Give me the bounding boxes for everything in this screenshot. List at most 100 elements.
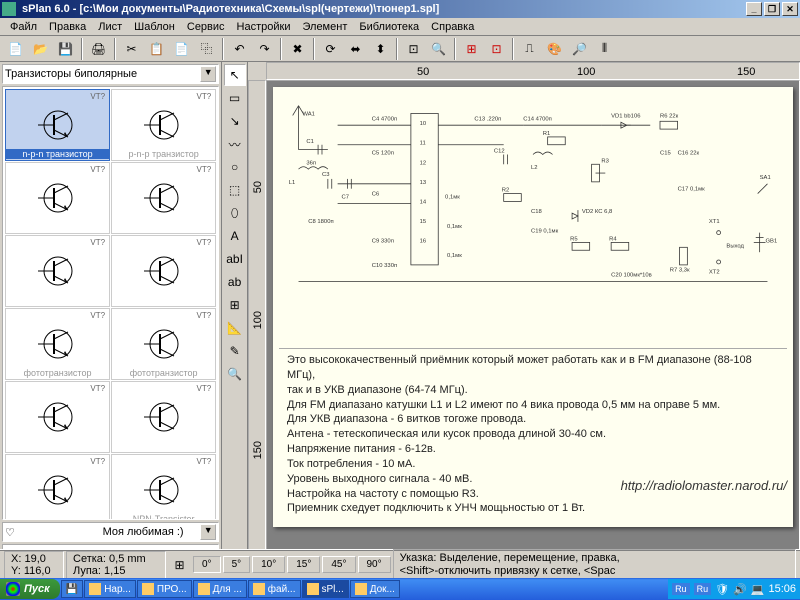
svg-text:R3: R3: [601, 158, 609, 164]
new-button[interactable]: 📄: [4, 38, 27, 60]
menu-help[interactable]: Справка: [425, 19, 480, 35]
watermark-url: http://radiolomaster.narod.ru/: [621, 478, 787, 493]
tool-button-4[interactable]: ○: [224, 156, 246, 178]
svg-text:C16 22к: C16 22к: [678, 151, 700, 157]
menu-service[interactable]: Сервис: [181, 19, 231, 35]
library-item[interactable]: VT?: [5, 454, 110, 520]
library-item[interactable]: VT?p-n-p транзистор: [111, 89, 216, 161]
mirror-h-button[interactable]: ⬌: [344, 38, 367, 60]
task-button[interactable]: sPl...: [302, 580, 349, 598]
grid-button[interactable]: ⊞: [460, 38, 483, 60]
ruler-vertical: 50 100 150: [248, 80, 266, 554]
tool-button-3[interactable]: 〰: [224, 133, 246, 155]
library-item[interactable]: VT?: [111, 162, 216, 234]
tray-icon[interactable]: 🛡: [715, 583, 729, 596]
lang-indicator[interactable]: Ru: [672, 583, 690, 595]
redo-button[interactable]: ↷: [253, 38, 276, 60]
svg-text:C9 330п: C9 330п: [372, 238, 394, 244]
tool-button-2[interactable]: ↘: [224, 110, 246, 132]
library-item[interactable]: VT?: [111, 381, 216, 453]
mirror-v-button[interactable]: ⬍: [369, 38, 392, 60]
menu-element[interactable]: Элемент: [296, 19, 353, 35]
tool-button-0[interactable]: ↖: [224, 64, 246, 86]
dropdown-icon[interactable]: ▼: [200, 524, 216, 540]
library-item[interactable]: VT?фототранзистор: [5, 308, 110, 380]
snap-toggle[interactable]: ⊞: [168, 554, 191, 576]
rotate-button[interactable]: ⟳: [319, 38, 342, 60]
menu-settings[interactable]: Настройки: [231, 19, 297, 35]
library-item[interactable]: VT?фототранзистор: [111, 308, 216, 380]
menu-edit[interactable]: Правка: [43, 19, 92, 35]
undo-button[interactable]: ↶: [228, 38, 251, 60]
tool-button-13[interactable]: 🔍: [224, 363, 246, 385]
tool-button-10[interactable]: ⊞: [224, 294, 246, 316]
status-hint: Указка: Выделение, перемещение, правка, …: [393, 549, 796, 579]
angle-0[interactable]: 0°: [193, 556, 221, 573]
tool-button-7[interactable]: A: [224, 225, 246, 247]
tool-button-11[interactable]: 📐: [224, 317, 246, 339]
duplicate-button[interactable]: ⿻: [195, 38, 218, 60]
bottom-bar: X: 19,0 Y: 116,0 Сетка: 0,5 mm Лупа: 1,1…: [0, 550, 800, 578]
library-item[interactable]: VT?: [5, 162, 110, 234]
task-button[interactable]: Для ...: [193, 580, 247, 598]
start-button[interactable]: Пуск: [0, 579, 60, 599]
tool-button-12[interactable]: ✎: [224, 340, 246, 362]
close-button[interactable]: ✕: [782, 2, 798, 16]
tool-button-8[interactable]: abI: [224, 248, 246, 270]
angle-90[interactable]: 90°: [358, 556, 391, 573]
task-button[interactable]: ПРО...: [137, 580, 192, 598]
task-button[interactable]: фай...: [248, 580, 301, 598]
tool-button-6[interactable]: ⬯: [224, 202, 246, 224]
paste-button[interactable]: 📄: [170, 38, 193, 60]
cut-button[interactable]: ✂: [120, 38, 143, 60]
save-button[interactable]: 💾: [54, 38, 77, 60]
svg-text:C12: C12: [494, 149, 505, 155]
menu-file[interactable]: Файл: [4, 19, 43, 35]
svg-text:C17 0,1мк: C17 0,1мк: [678, 187, 706, 193]
search-button[interactable]: 🔎: [568, 38, 591, 60]
tool-button-9[interactable]: ab: [224, 271, 246, 293]
task-button[interactable]: Док...: [350, 580, 400, 598]
library-item[interactable]: VT?: [5, 235, 110, 307]
angle-45[interactable]: 45°: [322, 556, 355, 573]
menu-sheet[interactable]: Лист: [92, 19, 128, 35]
angle-10[interactable]: 10°: [252, 556, 285, 573]
drawing-canvas[interactable]: WA1 C1 36п L1 C3 C7 10 11: [266, 80, 800, 554]
zoom-button[interactable]: 🔍: [427, 38, 450, 60]
angle-15[interactable]: 15°: [287, 556, 320, 573]
tool-button-1[interactable]: ▭: [224, 87, 246, 109]
list-button[interactable]: ⦀: [593, 38, 616, 60]
tray-icon[interactable]: 💻: [751, 583, 765, 596]
svg-text:GB1: GB1: [766, 238, 778, 244]
task-button[interactable]: Нар...: [84, 580, 136, 598]
lang-indicator-2[interactable]: Ru: [694, 583, 712, 595]
library-item[interactable]: VT?NPN-Transistor: [111, 454, 216, 520]
maximize-button[interactable]: ❐: [764, 2, 780, 16]
library-item[interactable]: VT?n-p-n транзистор: [5, 89, 110, 161]
print-button[interactable]: 🖨: [87, 38, 110, 60]
palette-button[interactable]: 🎨: [543, 38, 566, 60]
tray-icon[interactable]: 🔊: [733, 583, 747, 596]
snap-button[interactable]: ⊡: [485, 38, 508, 60]
tool-button-5[interactable]: ⬚: [224, 179, 246, 201]
component-button[interactable]: ⎍: [518, 38, 541, 60]
svg-text:C1: C1: [306, 139, 314, 145]
minimize-button[interactable]: _: [746, 2, 762, 16]
angle-5[interactable]: 5°: [223, 556, 251, 573]
delete-button[interactable]: ✖: [286, 38, 309, 60]
menu-template[interactable]: Шаблон: [128, 19, 181, 35]
svg-text:R2: R2: [502, 188, 510, 194]
library-item[interactable]: VT?: [5, 381, 110, 453]
secondary-category-select[interactable]: ♡ Моя любимая :) ▼: [2, 522, 219, 542]
svg-text:XT2: XT2: [709, 270, 720, 276]
zoom-fit-button[interactable]: ⊡: [402, 38, 425, 60]
open-button[interactable]: 📂: [29, 38, 52, 60]
system-tray[interactable]: Ru Ru 🛡 🔊 💻 15:06: [668, 579, 800, 599]
quick-launch[interactable]: 💾: [61, 580, 83, 598]
copy-button[interactable]: 📋: [145, 38, 168, 60]
dropdown-icon[interactable]: ▼: [200, 66, 216, 82]
menu-library[interactable]: Библиотека: [353, 19, 425, 35]
library-category-select[interactable]: Транзисторы биполярные ▼: [2, 64, 219, 84]
component-library[interactable]: VT?n-p-n транзисторVT?p-n-p транзисторVT…: [2, 86, 219, 520]
library-item[interactable]: VT?: [111, 235, 216, 307]
